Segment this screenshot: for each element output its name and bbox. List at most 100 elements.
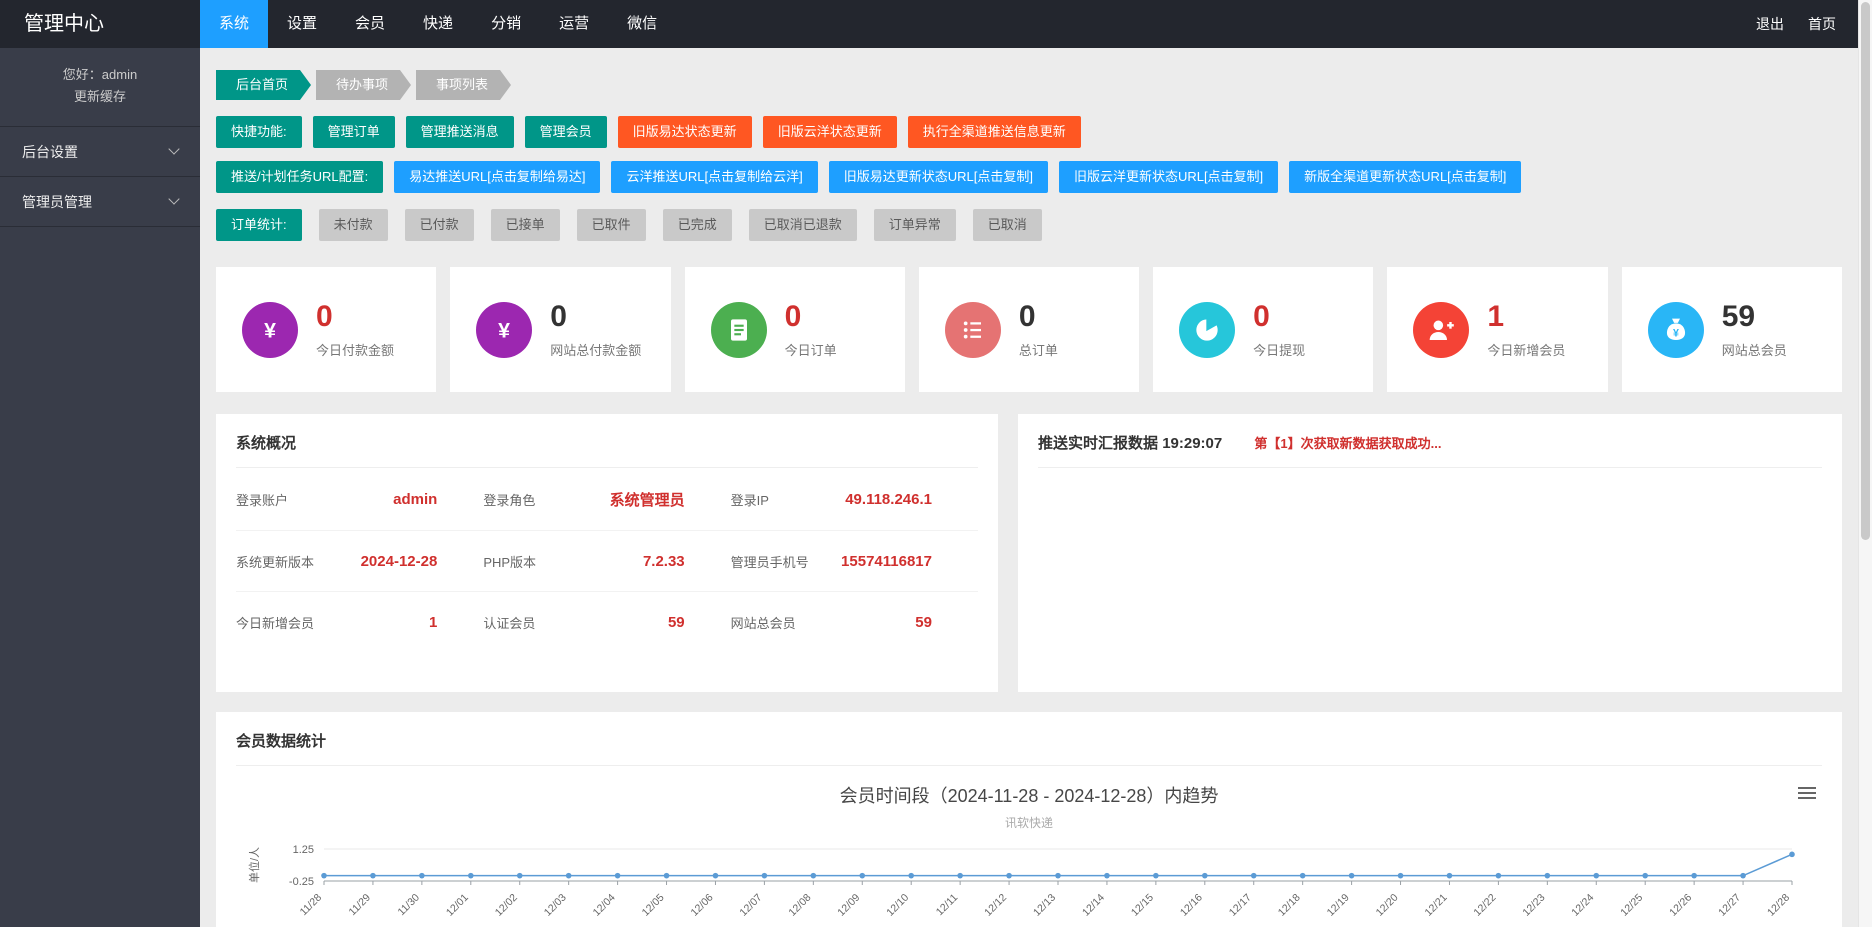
quick-function-button-0[interactable]: 快捷功能: [216,116,302,148]
quick-function-button-6[interactable]: 执行全渠道推送信息更新 [908,116,1081,148]
sidebar-item-backend-settings[interactable]: 后台设置 [0,127,200,177]
system-info-cell: 系统更新版本2024-12-28 [236,552,483,571]
svg-text:12/01: 12/01 [444,892,471,919]
greeting-text: 您好：admin [0,64,200,86]
system-info-label: 登录角色 [483,490,535,509]
breadcrumb-item-2[interactable]: 事项列表 [416,70,500,100]
push-url-button-3[interactable]: 旧版易达更新状态URL[点击复制] [829,161,1048,193]
user-greeting: 您好：admin 更新缓存 [0,48,200,126]
chart-title: 会员时间段（2024-11-28 - 2024-12-28）内趋势 [236,782,1822,808]
quick-function-button-2[interactable]: 管理推送消息 [406,116,514,148]
yen-icon: ¥ [242,302,298,358]
home-link[interactable]: 首页 [1796,0,1848,48]
top-nav-item-2[interactable]: 会员 [336,0,404,48]
system-info-cell: 今日新增会员1 [236,613,483,632]
scrollbar[interactable] [1858,0,1872,927]
order-stat-button-7[interactable]: 订单异常 [874,209,956,241]
toolbar-area: 快捷功能: 管理订单管理推送消息管理会员旧版易达状态更新旧版云洋状态更新执行全渠道… [216,116,1842,241]
system-info-row-1: 系统更新版本2024-12-28PHP版本7.2.33管理员手机号1557411… [236,531,978,592]
user-add-icon [1413,302,1469,358]
order-stat-button-2[interactable]: 已付款 [405,209,474,241]
system-info-row-0: 登录账户 admin 登录角色 系统管理员 登录IP49.118.246.1 [236,468,978,531]
stat-card-label: 总订单 [1019,340,1058,359]
order-stat-button-4[interactable]: 已取件 [577,209,646,241]
stat-card-1: ¥0网站总付款金额 [450,267,670,392]
push-url-row: 推送/计划任务URL配置: 易达推送URL[点击复制给易达] 云洋推送URL[点击复… [216,161,1842,193]
order-stat-button-6[interactable]: 已取消已退款 [749,209,857,241]
order-stat-button-1[interactable]: 未付款 [319,209,388,241]
quick-function-button-5[interactable]: 旧版云洋状态更新 [763,116,897,148]
system-info-table: 登录账户 admin 登录角色 系统管理员 登录IP49.118.246.1 系统更新版本… [236,468,978,652]
push-report-panel: 推送实时汇报数据 19:29:07 第【1】次获取新数据获取成功... [1018,414,1842,692]
top-nav-item-3[interactable]: 快递 [404,0,472,48]
svg-text:12/22: 12/22 [1471,892,1498,919]
svg-text:12/03: 12/03 [542,892,569,919]
update-cache-link[interactable]: 更新缓存 [0,86,200,108]
push-url-button-1[interactable]: 易达推送URL[点击复制给易达] [394,161,600,193]
top-nav-item-6[interactable]: 微信 [608,0,676,48]
svg-text:12/20: 12/20 [1374,892,1401,919]
top-nav-item-1[interactable]: 设置 [268,0,336,48]
order-stat-button-8[interactable]: 已取消 [973,209,1042,241]
stat-card-label: 今日订单 [785,340,837,359]
push-url-button-4[interactable]: 旧版云洋更新状态URL[点击复制] [1059,161,1278,193]
sidebar-item-label: 后台设置 [22,142,78,162]
breadcrumb-item-0[interactable]: 后台首页 [216,70,300,100]
scrollbar-thumb[interactable] [1861,2,1870,540]
system-info-cell: 网站总会员59 [731,613,978,632]
svg-text:12/28: 12/28 [1765,892,1792,919]
member-trend-chart: 会员时间段（2024-11-28 - 2024-12-28）内趋势 讯软快递 1… [236,782,1822,927]
chart-menu-icon[interactable] [1798,784,1816,802]
svg-text:12/05: 12/05 [640,892,667,919]
system-info-value: 1 [429,614,437,631]
stat-card-0: ¥0今日付款金额 [216,267,436,392]
stat-card-4: 0今日提现 [1153,267,1373,392]
system-overview-panel: 系统概况 登录账户admin登录角色系统管理员登录IP49.118.246.1系… [216,414,998,692]
order-stat-button-5[interactable]: 已完成 [663,209,732,241]
quick-function-button-1[interactable]: 管理订单 [313,116,395,148]
push-panel-time: 19:29:07 [1162,435,1222,452]
logout-link[interactable]: 退出 [1744,0,1796,48]
push-url-button-5[interactable]: 新版全渠道更新状态URL[点击复制] [1289,161,1521,193]
top-nav-item-0[interactable]: 系统 [200,0,268,48]
stat-card-6: ¥59网站总会员 [1622,267,1842,392]
stat-cards: ¥0今日付款金额¥0网站总付款金额0今日订单0总订单0今日提现1今日新增会员¥5… [216,267,1842,392]
stat-card-value: 0 [1019,300,1058,333]
system-info-label: 认证会员 [483,613,535,632]
system-info-value: 系统管理员 [610,489,685,510]
order-stat-button-0[interactable]: 订单统计: [216,209,302,241]
breadcrumb-item-1[interactable]: 待办事项 [316,70,400,100]
system-info-label: 登录账户 [236,490,288,509]
system-info-cell: 登录IP49.118.246.1 [731,489,978,510]
system-info-value: 15574116817 [841,553,932,570]
system-info-value: admin [393,491,437,508]
push-url-button-0[interactable]: 推送/计划任务URL配置: [216,161,383,193]
svg-text:12/02: 12/02 [493,892,520,919]
push-url-button-2[interactable]: 云洋推送URL[点击复制给云洋] [611,161,817,193]
system-info-cell: 登录账户 admin [236,489,483,510]
stat-card-2: 0 今日订单 [685,267,905,392]
svg-text:12/14: 12/14 [1080,892,1107,919]
stat-card-value: 0 [550,300,641,333]
top-nav-item-5[interactable]: 运营 [540,0,608,48]
push-panel-title-text: 推送实时汇报数据 [1038,435,1158,452]
sidebar-item-admin-management[interactable]: 管理员管理 [0,177,200,227]
top-nav-item-4[interactable]: 分销 [472,0,540,48]
stat-card-value: 1 [1487,300,1565,333]
member-panel-title: 会员数据统计 [236,730,1822,766]
quick-function-button-3[interactable]: 管理会员 [525,116,607,148]
top-nav: 系统设置会员快递分销运营微信 [200,0,676,48]
line-chart: 1.25-0.25单位/人11/2811/2911/3012/0112/0212… [236,837,1822,927]
stat-card-label: 今日新增会员 [1487,340,1565,359]
quick-function-button-4[interactable]: 旧版易达状态更新 [618,116,752,148]
system-info-value: 2024-12-28 [361,553,438,570]
svg-text:11/29: 11/29 [347,892,374,919]
svg-text:12/04: 12/04 [591,892,618,919]
stat-card-value: 0 [785,300,837,333]
svg-text:12/06: 12/06 [689,892,716,919]
order-stat-button-3[interactable]: 已接单 [491,209,560,241]
system-info-cell: 管理员手机号15574116817 [731,552,978,571]
svg-text:12/09: 12/09 [835,892,862,919]
svg-text:12/07: 12/07 [737,892,764,919]
system-info-label: 网站总会员 [731,613,796,632]
